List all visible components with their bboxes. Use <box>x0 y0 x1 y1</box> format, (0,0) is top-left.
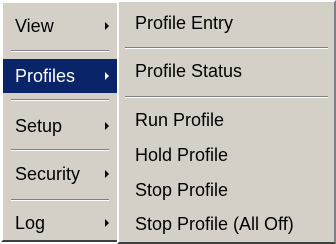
submenu-item-profile-status-label: Profile Status <box>135 60 243 81</box>
submenu-item-hold-profile-label: Hold Profile <box>135 144 229 165</box>
menu-separator <box>11 50 109 52</box>
menu-item-log-label: Log <box>15 212 46 233</box>
submenu-arrow-icon <box>105 170 109 178</box>
main-menu: View Profiles Setup Security Log <box>1 1 119 242</box>
submenu-item-stop-profile-all-off-label: Stop Profile (All Off) <box>135 213 294 234</box>
submenu-arrow-icon <box>105 122 109 130</box>
submenu-item-run-profile[interactable]: Run Profile <box>119 104 334 136</box>
submenu-arrow-icon <box>105 72 109 80</box>
profiles-submenu: Profile Entry Profile Status Run Profile… <box>117 0 336 244</box>
submenu-item-run-profile-label: Run Profile <box>135 109 225 130</box>
submenu-item-stop-profile[interactable]: Stop Profile <box>119 174 334 206</box>
menu-item-view[interactable]: View <box>3 9 117 43</box>
submenu-item-profile-entry-label: Profile Entry <box>135 12 234 33</box>
menu-separator <box>125 47 328 49</box>
menu-item-profiles[interactable]: Profiles <box>3 59 117 93</box>
menu-item-setup-label: Setup <box>15 115 63 136</box>
menu-item-view-label: View <box>15 15 54 36</box>
menu-separator <box>11 199 109 201</box>
submenu-item-profile-status[interactable]: Profile Status <box>119 55 334 87</box>
submenu-item-profile-entry[interactable]: Profile Entry <box>119 7 334 39</box>
submenu-arrow-icon <box>105 219 109 227</box>
menu-separator <box>11 99 109 101</box>
menu-separator <box>11 149 109 151</box>
menu-item-security-label: Security <box>15 163 81 184</box>
menu-item-log[interactable]: Log <box>3 206 117 240</box>
menu-item-profiles-label: Profiles <box>15 65 76 86</box>
menu-item-security[interactable]: Security <box>3 157 117 191</box>
menu-item-setup[interactable]: Setup <box>3 109 117 143</box>
menu-separator <box>125 96 328 98</box>
submenu-item-stop-profile-all-off[interactable]: Stop Profile (All Off) <box>119 208 334 240</box>
submenu-arrow-icon <box>105 22 109 30</box>
submenu-item-stop-profile-label: Stop Profile <box>135 179 229 200</box>
submenu-item-hold-profile[interactable]: Hold Profile <box>119 139 334 171</box>
